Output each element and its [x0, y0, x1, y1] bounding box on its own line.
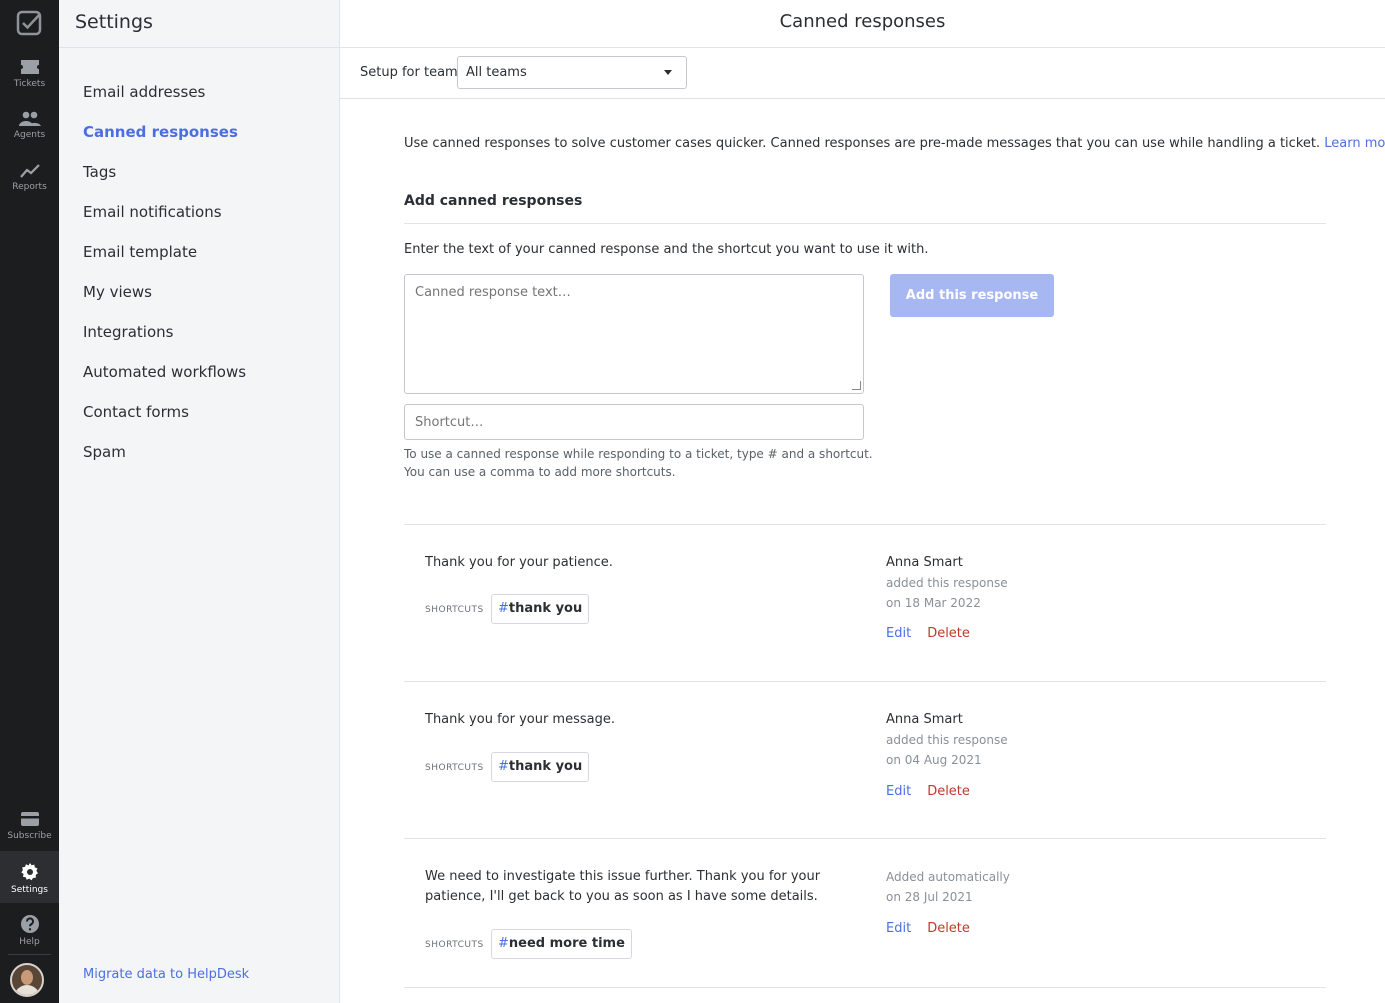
canned-response-textarea[interactable] — [404, 274, 864, 394]
team-bar: Setup for team All teams — [340, 48, 1385, 99]
hash-symbol: # — [498, 759, 509, 774]
page-title: Canned responses — [340, 0, 1385, 48]
shortcut-tag[interactable]: #thank you — [491, 594, 590, 624]
edit-button[interactable]: Edit — [886, 626, 911, 641]
learn-more-link[interactable]: Learn more — [1324, 136, 1385, 151]
sidebar-item-contact-forms[interactable]: Contact forms — [83, 392, 246, 432]
hash-symbol: # — [498, 936, 509, 951]
shortcuts-label: SHORTCUTS — [425, 940, 484, 950]
rail-item-settings[interactable]: Settings — [0, 851, 59, 903]
shortcut-name: need more time — [508, 936, 625, 951]
delete-button[interactable]: Delete — [927, 921, 970, 936]
response-meta: Added automatically on 28 Jul 2021 — [886, 867, 1010, 907]
main-panel: Canned responses Setup for team All team… — [340, 0, 1385, 1003]
response-added: added this response — [886, 576, 1008, 590]
rail-item-help[interactable]: Help — [0, 914, 59, 947]
rail-item-reports[interactable]: Reports — [0, 163, 59, 192]
app-logo-icon[interactable] — [16, 10, 42, 36]
rail-divider — [8, 954, 51, 955]
sidebar-item-email-notifications[interactable]: Email notifications — [83, 192, 246, 232]
response-added: added this response — [886, 733, 1008, 747]
response-text: Thank you for your patience. — [425, 555, 613, 570]
shortcut-tag[interactable]: #thank you — [491, 752, 590, 782]
edit-button[interactable]: Edit — [886, 921, 911, 936]
shortcuts-label: SHORTCUTS — [425, 763, 484, 773]
hash-symbol: # — [498, 601, 509, 616]
divider — [404, 223, 1326, 224]
intro-text: Use canned responses to solve customer c… — [404, 136, 1385, 151]
sidebar-item-automated-workflows[interactable]: Automated workflows — [83, 352, 246, 392]
avatar[interactable] — [10, 963, 44, 997]
rail-label: Subscribe — [7, 831, 52, 841]
rail-item-subscribe[interactable]: Subscribe — [0, 810, 59, 841]
shortcut-input[interactable] — [404, 404, 864, 440]
response-actions: Edit Delete — [886, 921, 970, 936]
chevron-down-icon — [664, 70, 672, 75]
response-item: We need to investigate this issue furthe… — [404, 838, 1326, 988]
delete-button[interactable]: Delete — [927, 784, 970, 799]
hint-line: To use a canned response while respondin… — [404, 447, 873, 461]
chart-line-icon — [19, 164, 40, 178]
sidebar-item-email-addresses[interactable]: Email addresses — [83, 72, 246, 112]
sidebar-item-canned-responses[interactable]: Canned responses — [83, 112, 246, 152]
response-text: We need to investigate this issue furthe… — [425, 869, 821, 904]
agents-icon — [18, 111, 41, 126]
response-item: Thank you for your patience. SHORTCUTS #… — [404, 524, 1326, 681]
rail-item-agents[interactable]: Agents — [0, 111, 59, 140]
resize-handle[interactable] — [852, 381, 861, 390]
rail-label: Agents — [13, 130, 46, 140]
response-text: Thank you for your message. — [425, 712, 615, 727]
add-instructions: Enter the text of your canned response a… — [404, 242, 929, 257]
sidebar-item-integrations[interactable]: Integrations — [83, 312, 246, 352]
team-label: Setup for team — [360, 65, 458, 80]
sidebar-item-tags[interactable]: Tags — [83, 152, 246, 192]
rail-label: Reports — [12, 182, 47, 192]
response-added: Added automatically — [886, 870, 1010, 884]
rail-label: Help — [19, 937, 40, 947]
response-author: Anna Smart — [886, 555, 963, 570]
team-select-value: All teams — [466, 65, 527, 80]
team-select[interactable]: All teams — [457, 56, 687, 89]
help-icon — [20, 915, 39, 933]
gear-icon — [20, 863, 38, 881]
credit-card-icon — [20, 812, 39, 826]
sidebar-title: Settings — [59, 0, 339, 48]
settings-nav: Email addresses Canned responses Tags Em… — [83, 72, 246, 472]
section-title: Add canned responses — [404, 193, 583, 209]
sidebar-item-my-views[interactable]: My views — [83, 272, 246, 312]
response-date: on 18 Mar 2022 — [886, 596, 981, 610]
sidebar-item-spam[interactable]: Spam — [83, 432, 246, 472]
add-response-button[interactable]: Add this response — [890, 274, 1054, 317]
response-date: on 28 Jul 2021 — [886, 890, 973, 904]
delete-button[interactable]: Delete — [927, 626, 970, 641]
response-actions: Edit Delete — [886, 626, 970, 641]
ticket-icon — [20, 60, 39, 74]
sidebar-item-email-template[interactable]: Email template — [83, 232, 246, 272]
response-date: on 04 Aug 2021 — [886, 753, 982, 767]
response-meta: Anna Smart added this response on 04 Aug… — [886, 710, 1008, 770]
response-item: Thank you for your message. SHORTCUTS #t… — [404, 681, 1326, 838]
shortcut-name: thank you — [508, 759, 583, 774]
rail-item-tickets[interactable]: Tickets — [0, 58, 59, 89]
response-author: Anna Smart — [886, 712, 963, 727]
edit-button[interactable]: Edit — [886, 784, 911, 799]
hint-line: You can use a comma to add more shortcut… — [404, 465, 676, 479]
intro-body: Use canned responses to solve customer c… — [404, 136, 1321, 151]
rail-label: Tickets — [13, 79, 46, 89]
shortcut-hint: To use a canned response while respondin… — [404, 445, 874, 481]
shortcuts-label: SHORTCUTS — [425, 605, 484, 615]
response-actions: Edit Delete — [886, 784, 970, 799]
app-rail: Tickets Agents Reports Subscribe Setting… — [0, 0, 59, 1003]
response-meta: Anna Smart added this response on 18 Mar… — [886, 553, 1008, 613]
shortcut-name: thank you — [508, 601, 583, 616]
settings-sidebar: Settings Email addresses Canned response… — [59, 0, 340, 1003]
rail-label: Settings — [11, 885, 48, 895]
migrate-data-link[interactable]: Migrate data to HelpDesk — [83, 967, 249, 982]
shortcut-tag[interactable]: #need more time — [491, 929, 632, 959]
